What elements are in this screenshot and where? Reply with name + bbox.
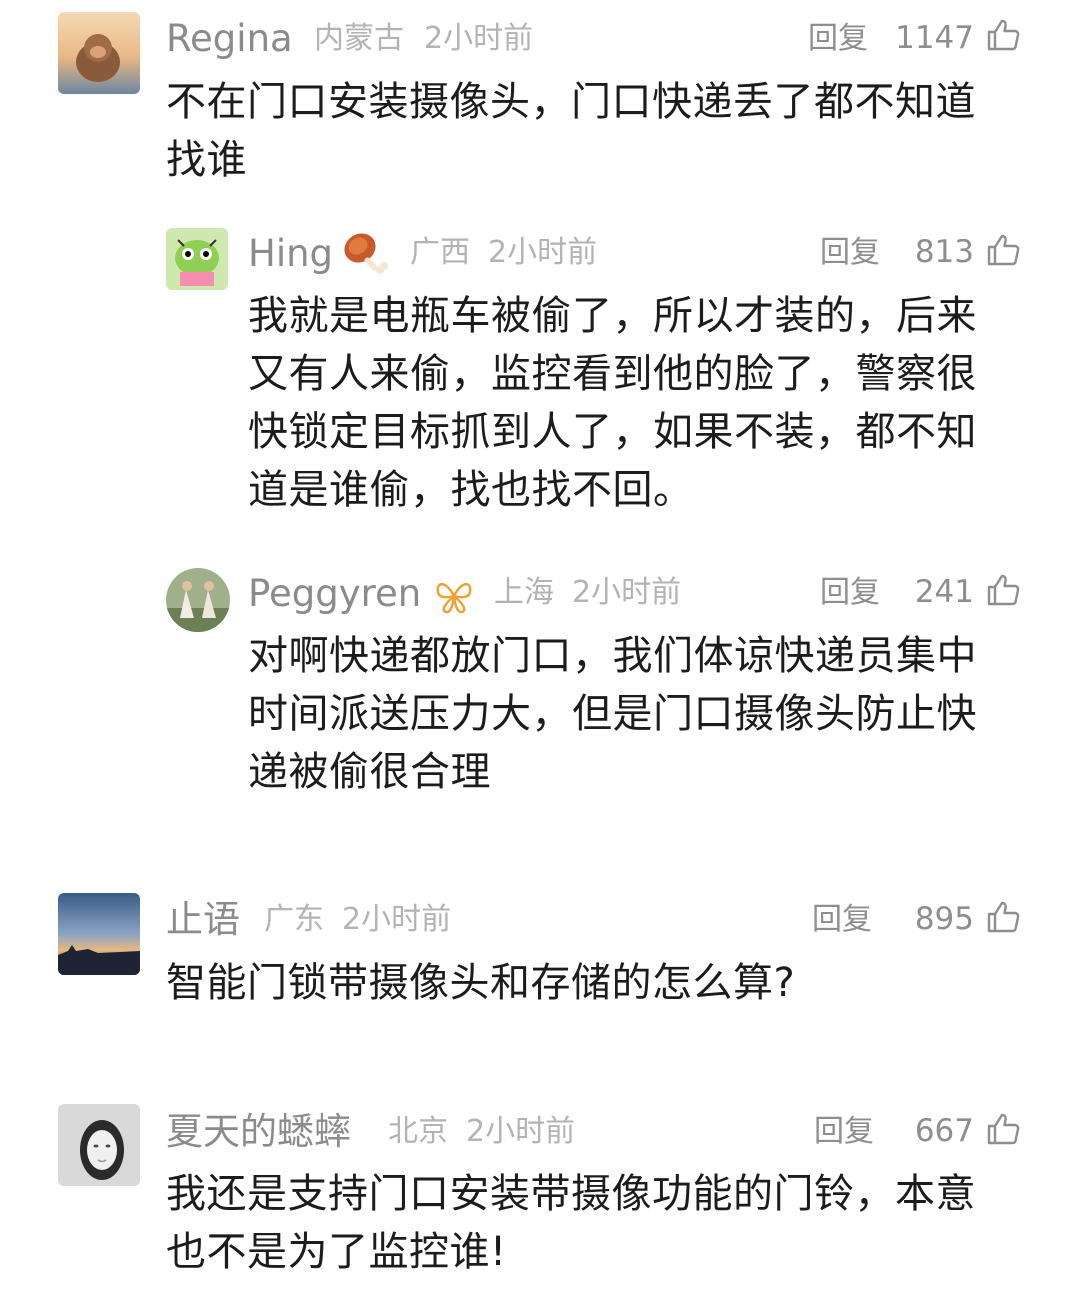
comment-item: 夏天的蟋蟀 北京 2小时前 回复 667 我还是支持门口安装带摄像功能的门铃，本… — [0, 0, 1080, 1297]
user-avatar[interactable] — [58, 1104, 140, 1186]
like-count: 667 — [914, 1113, 974, 1149]
username[interactable]: 夏天的蟋蟀 — [166, 1113, 351, 1150]
comment-text: 我还是支持门口安装带摄像功能的门铃，本意 也不是为了监控谁! — [166, 1171, 976, 1275]
location: 北京 — [388, 1114, 448, 1149]
reply-button[interactable]: 回复 — [814, 1117, 874, 1147]
thumbs-up-icon[interactable] — [986, 1112, 1020, 1146]
photo-avatar-woman-icon — [58, 1104, 140, 1186]
timestamp: 2小时前 — [466, 1114, 576, 1149]
